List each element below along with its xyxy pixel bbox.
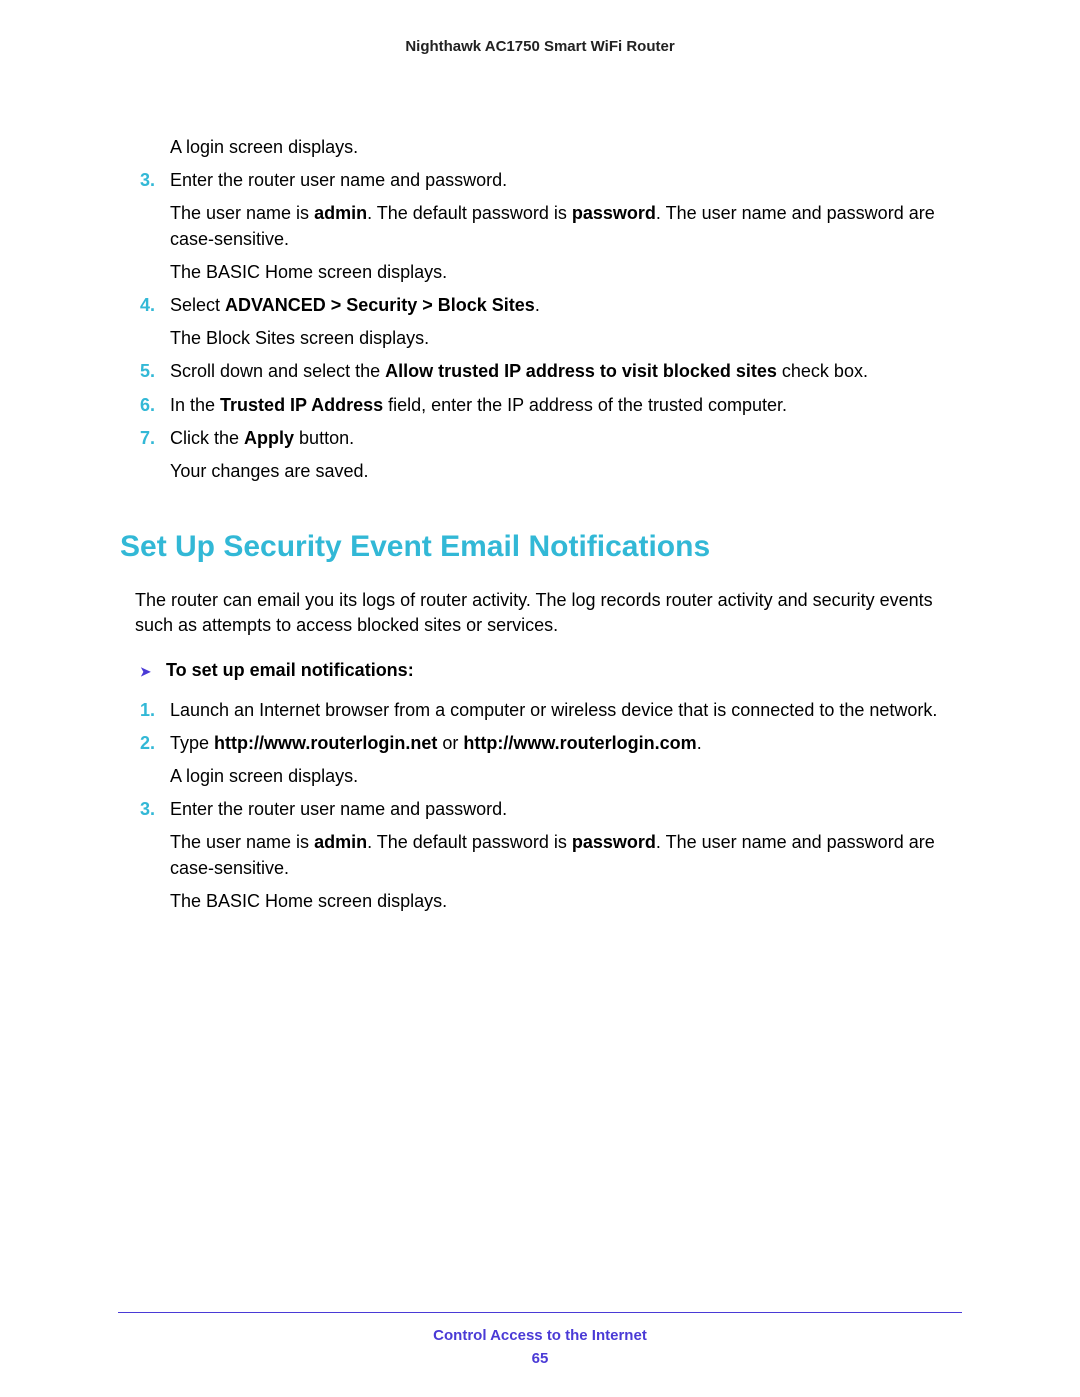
text: or — [437, 733, 463, 753]
step-number: 5. — [140, 359, 155, 384]
text: check box. — [777, 361, 868, 381]
bold-text: Trusted IP Address — [220, 395, 383, 415]
task-step-3: 3. Enter the router user name and passwo… — [140, 797, 955, 822]
step-text: Enter the router user name and password. — [170, 799, 507, 819]
intro-paragraph: The router can email you its logs of rou… — [135, 588, 955, 638]
page-content: A login screen displays. 3. Enter the ro… — [0, 55, 1080, 914]
text: Your changes are saved. — [170, 461, 368, 481]
body-text: The BASIC Home screen displays. — [140, 260, 955, 285]
text: . — [697, 733, 702, 753]
bold-text: password — [572, 832, 656, 852]
step-number: 4. — [140, 293, 155, 318]
bold-text: http://www.routerlogin.com — [463, 733, 696, 753]
step-number: 6. — [140, 393, 155, 418]
body-text: The Block Sites screen displays. — [140, 326, 955, 351]
text: The BASIC Home screen displays. — [170, 891, 447, 911]
text: field, enter the IP address of the trust… — [383, 395, 787, 415]
body-text: The user name is admin. The default pass… — [140, 830, 955, 880]
task-step-1: 1. Launch an Internet browser from a com… — [140, 698, 955, 723]
step-text: Launch an Internet browser from a comput… — [170, 700, 937, 720]
text: . The default password is — [367, 203, 572, 223]
step-7: 7. Click the Apply button. — [140, 426, 955, 451]
text: Type — [170, 733, 214, 753]
step-text: Enter the router user name and password. — [170, 170, 507, 190]
body-text: A login screen displays. — [140, 135, 955, 160]
text: Select — [170, 295, 225, 315]
footer-section-title: Control Access to the Internet — [118, 1327, 962, 1344]
bold-text: ADVANCED > Security > Block Sites — [225, 295, 535, 315]
task-step-2: 2. Type http://www.routerlogin.net or ht… — [140, 731, 955, 756]
bold-text: admin — [314, 203, 367, 223]
bold-text: Allow trusted IP address to visit blocke… — [385, 361, 777, 381]
step-number: 3. — [140, 168, 155, 193]
bold-text: password — [572, 203, 656, 223]
step-4: 4. Select ADVANCED > Security > Block Si… — [140, 293, 955, 318]
footer-page-number: 65 — [118, 1350, 962, 1367]
task-title: To set up email notifications: — [166, 660, 414, 680]
text: In the — [170, 395, 220, 415]
text: The user name is — [170, 203, 314, 223]
bold-text: Apply — [244, 428, 294, 448]
step-3: 3. Enter the router user name and passwo… — [140, 168, 955, 193]
heading-text: Set Up Security Event Email Notification… — [120, 530, 710, 563]
text: Click the — [170, 428, 244, 448]
page-header: Nighthawk AC1750 Smart WiFi Router — [0, 0, 1080, 55]
step-number: 7. — [140, 426, 155, 451]
text: The BASIC Home screen displays. — [170, 262, 447, 282]
text: A login screen displays. — [170, 766, 358, 786]
text: The router can email you its logs of rou… — [135, 590, 933, 635]
body-text: A login screen displays. — [140, 764, 955, 789]
text: Scroll down and select the — [170, 361, 385, 381]
body-text: The user name is admin. The default pass… — [140, 201, 955, 251]
step-6: 6. In the Trusted IP Address field, ente… — [140, 393, 955, 418]
text: A login screen displays. — [170, 137, 358, 157]
text: . — [535, 295, 540, 315]
task-heading: ➤To set up email notifications: — [140, 658, 955, 683]
section-heading: Set Up Security Event Email Notification… — [120, 526, 955, 568]
text: The Block Sites screen displays. — [170, 328, 429, 348]
step-5: 5. Scroll down and select the Allow trus… — [140, 359, 955, 384]
body-text: Your changes are saved. — [140, 459, 955, 484]
bold-text: admin — [314, 832, 367, 852]
text: . The default password is — [367, 832, 572, 852]
text: The user name is — [170, 832, 314, 852]
step-number: 1. — [140, 698, 155, 723]
body-text: The BASIC Home screen displays. — [140, 889, 955, 914]
bold-text: http://www.routerlogin.net — [214, 733, 437, 753]
page-footer: Control Access to the Internet 65 — [118, 1312, 962, 1397]
step-number: 2. — [140, 731, 155, 756]
document-title: Nighthawk AC1750 Smart WiFi Router — [405, 38, 674, 55]
chevron-right-icon: ➤ — [140, 663, 166, 681]
step-number: 3. — [140, 797, 155, 822]
text: button. — [294, 428, 354, 448]
